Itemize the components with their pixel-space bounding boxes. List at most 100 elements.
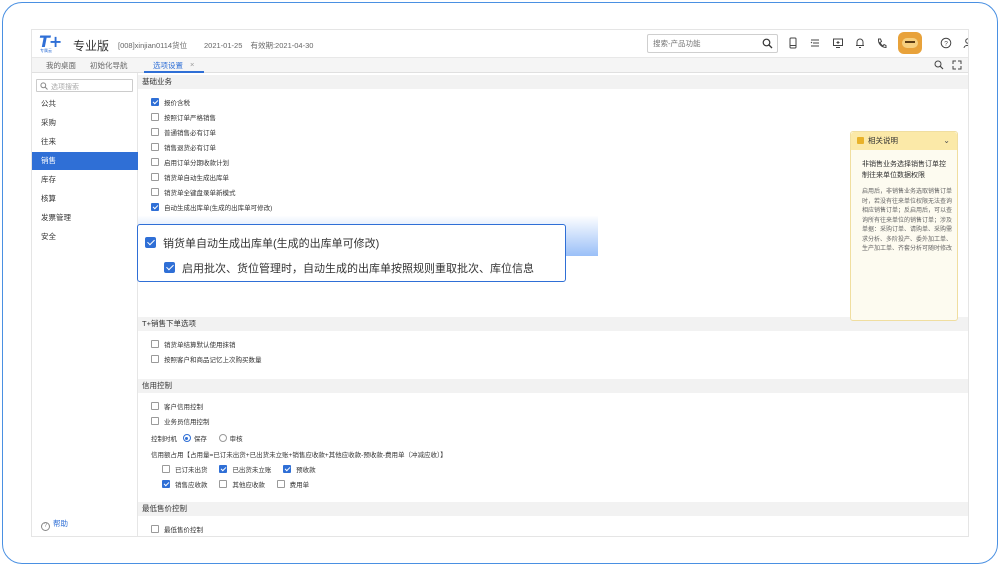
sidebar-item-purchase[interactable]: 采购 (32, 114, 138, 132)
tab-close-icon[interactable]: × (190, 60, 194, 69)
checkbox[interactable] (162, 465, 170, 473)
sidebar-item-sales[interactable]: 销售 (32, 152, 138, 170)
checkbox[interactable] (151, 128, 159, 136)
checkbox[interactable] (151, 143, 159, 151)
option-label: 业务员信用控制 (164, 419, 210, 426)
sidebar-item-public[interactable]: 公共 (32, 95, 138, 113)
checkbox[interactable] (151, 98, 159, 106)
radio-button[interactable] (218, 434, 227, 442)
option-label: 销货单结算默认使用抹销 (164, 342, 236, 349)
checkbox[interactable] (151, 188, 159, 196)
checkbox[interactable] (151, 340, 159, 348)
option-quote-tax[interactable]: 报价含税 (151, 98, 190, 108)
control-timing: 控制时机 保存 审核 (151, 433, 243, 443)
radio-button[interactable] (182, 434, 191, 442)
sidebar-item-account[interactable]: 往来 (32, 133, 138, 151)
timing-save-radio[interactable]: 保存 (182, 434, 207, 443)
option-settle-writeoff[interactable]: 销货单结算默认使用抹销 (151, 340, 236, 350)
checkbox[interactable] (219, 480, 228, 488)
phone-icon[interactable] (876, 37, 888, 49)
checkbox[interactable] (283, 465, 292, 473)
sidebar-item-inventory[interactable]: 库存 (32, 171, 138, 189)
top-header: T+ 专属云 专业版 [008]xinjian0114货位 2021-01-25… (32, 30, 969, 58)
zoom-option-auto-outbound[interactable]: 销货单自动生成出库单(生成的出库单可修改) (145, 235, 379, 251)
option-auto-outbound[interactable]: 销货单自动生成出库单 (151, 173, 229, 183)
option-installment-plan[interactable]: 启用订单分期收款计划 (151, 158, 229, 168)
search-icon[interactable] (762, 38, 773, 49)
sidebar-item-security[interactable]: 安全 (32, 228, 138, 246)
option-ordered-not-shipped[interactable]: 已订未出货 (162, 465, 208, 474)
option-strict-order[interactable]: 按照订单严格销售 (151, 113, 216, 123)
fullscreen-icon[interactable] (952, 60, 962, 70)
checkbox[interactable] (151, 113, 159, 121)
product-search[interactable] (647, 34, 778, 53)
sidebar-item-costing[interactable]: 核算 (32, 190, 138, 208)
help-link[interactable]: ? 帮助 (41, 518, 68, 531)
option-label: 启用批次、货位管理时，自动生成的出库单按照规则重取批次、库位信息 (182, 263, 534, 275)
option-label: 销售退货必有订单 (164, 145, 216, 152)
option-shipped-not-booked[interactable]: 已出货未立账 (219, 465, 271, 474)
chevron-down-icon[interactable]: ⌄ (943, 132, 950, 150)
help-circle-icon[interactable]: ? (940, 37, 952, 49)
option-auto-outbound-editable[interactable]: 自动生成出库单(生成的出库单可修改) (151, 203, 272, 213)
checkbox[interactable] (219, 465, 228, 473)
option-label: 销货单自动生成出库单 (164, 175, 229, 182)
option-sales-receivable[interactable]: 销售应收款 (162, 480, 208, 489)
options-content: 基础业务 报价含税 按照订单严格销售 普通销售必有订单 销售退货必有订单 启用订… (138, 73, 968, 536)
option-other-receivable[interactable]: 其他应收款 (219, 480, 265, 489)
account-label[interactable]: [008]xinjian0114货位 (118, 40, 187, 51)
credit-row-1: 已订未出货 已出货未立账 预收款 (162, 464, 316, 474)
related-info-header[interactable]: 相关说明 ⌄ (851, 132, 957, 150)
tplus-logo[interactable]: T+ 专属云 (39, 32, 69, 54)
tab-my-desktop[interactable]: 我的桌面 (46, 60, 76, 71)
option-expense-bill[interactable]: 费用单 (276, 480, 309, 489)
checkbox[interactable] (151, 203, 159, 211)
option-customer-credit[interactable]: 客户信用控制 (151, 402, 203, 412)
help-icon: ? (41, 522, 50, 531)
section-tplus-title: T+销售下单选项 (138, 317, 968, 331)
tab-options-settings[interactable]: 选项设置 (153, 60, 183, 71)
checkbox[interactable] (151, 173, 159, 181)
user-icon[interactable] (962, 37, 969, 49)
product-search-input[interactable] (648, 35, 758, 52)
option-remember-qty[interactable]: 按照客户和商品记忆上次购买数量 (151, 355, 262, 365)
mascot-avatar[interactable] (898, 32, 922, 54)
option-label: 销货单自动生成出库单(生成的出库单可修改) (163, 238, 380, 250)
option-min-price-control[interactable]: 最低售价控制 (151, 525, 203, 535)
option-prepayment[interactable]: 预收款 (283, 465, 316, 474)
checkbox[interactable] (145, 237, 156, 248)
checkbox[interactable] (164, 262, 175, 273)
mobile-icon[interactable] (787, 37, 799, 49)
checkbox[interactable] (276, 480, 285, 488)
help-label: 帮助 (53, 519, 68, 528)
option-label: 其他应收款 (232, 482, 265, 489)
option-search-placeholder: 选项搜索 (51, 84, 79, 91)
checkbox[interactable] (151, 417, 159, 425)
checkbox[interactable] (151, 402, 159, 410)
zoom-option-batch-location[interactable]: 启用批次、货位管理时，自动生成的出库单按照规则重取批次、库位信息 (164, 260, 534, 276)
option-search-box[interactable]: 选项搜索 (36, 79, 133, 92)
option-label: 最低售价控制 (164, 527, 203, 534)
related-info-title: 相关说明 (868, 136, 898, 145)
option-label: 按照订单严格销售 (164, 115, 216, 122)
related-info-heading: 非销售业务选择销售订单控制往来单位数据权限 (862, 161, 946, 179)
option-normal-order[interactable]: 普通销售必有订单 (151, 128, 216, 138)
checkbox[interactable] (151, 355, 159, 363)
task-list-icon[interactable] (809, 37, 821, 49)
radio-label: 审核 (229, 436, 243, 443)
notification-bell-icon[interactable] (854, 37, 866, 49)
option-salesman-credit[interactable]: 业务员信用控制 (151, 417, 210, 427)
monitor-icon[interactable] (832, 37, 844, 49)
checkbox[interactable] (151, 525, 159, 533)
tab-init-guide[interactable]: 初始化导航 (90, 60, 128, 71)
option-return-order[interactable]: 销售退货必有订单 (151, 143, 216, 153)
checkbox[interactable] (162, 480, 170, 488)
tab-search-icon[interactable] (934, 60, 944, 70)
sidebar-item-invoice[interactable]: 发票管理 (32, 209, 138, 227)
checkbox[interactable] (151, 158, 159, 166)
logo-subtitle: 专属云 (40, 48, 52, 53)
option-label: 自动生成出库单(生成的出库单可修改) (164, 205, 273, 212)
option-keyboard-entry[interactable]: 销货单全键盘录单新模式 (151, 188, 236, 198)
timing-review-radio[interactable]: 审核 (218, 434, 243, 443)
zoomed-option-callout: 销货单自动生成出库单(生成的出库单可修改) 启用批次、货位管理时，自动生成的出库… (137, 224, 566, 282)
